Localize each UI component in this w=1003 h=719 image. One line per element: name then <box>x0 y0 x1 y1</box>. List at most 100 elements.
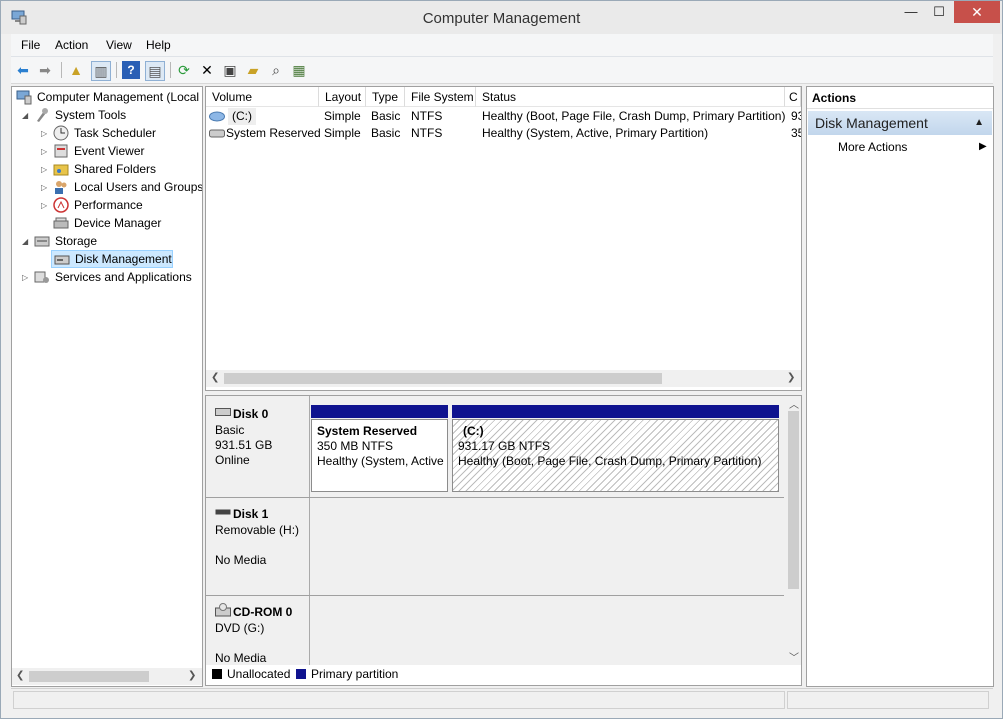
menu-view[interactable]: View <box>106 38 132 52</box>
window-title: Computer Management <box>422 10 581 27</box>
volume-capacity: 35 <box>791 126 801 140</box>
removable-disk-icon <box>215 509 231 515</box>
legend-unallocated: Unallocated <box>227 667 291 681</box>
more-actions-label: More Actions <box>838 140 908 154</box>
partition-c[interactable]: (C:) 931.17 GB NTFS Healthy (Boot, Page … <box>452 419 779 492</box>
primary-partition-swatch <box>296 669 306 679</box>
column-header-capacity[interactable]: C <box>785 87 801 107</box>
menu-file[interactable]: File <box>21 38 40 52</box>
expand-right-icon[interactable]: ▷ <box>41 129 47 138</box>
expand-right-icon[interactable]: ▷ <box>41 201 47 210</box>
scroll-right-icon[interactable]: ❯ <box>787 372 795 383</box>
tree-label: System Tools <box>55 108 127 122</box>
menu-bar: File Action View Help <box>11 34 993 57</box>
scroll-down-icon[interactable]: ﹀ <box>789 649 799 664</box>
event-viewer-icon <box>54 144 68 158</box>
partition-size: 350 MB NTFS <box>317 439 394 453</box>
menu-action[interactable]: Action <box>55 38 88 52</box>
forward-arrow-icon[interactable]: ➡ <box>36 61 54 79</box>
disk-vertical-scrollbar[interactable]: ︿ ﹀ <box>786 396 801 665</box>
disk-graphical-view: Disk 0 Basic 931.51 GB Online System Res… <box>205 395 802 666</box>
computer-management-window: Computer Management — ☐ ✕ File Action Vi… <box>0 0 1003 719</box>
table-row[interactable]: (C:) Simple Basic NTFS Healthy (Boot, Pa… <box>206 108 801 125</box>
tree-item-disk-management[interactable]: Disk Management <box>51 250 173 268</box>
shared-folder-icon <box>53 164 69 176</box>
scrollbar-thumb[interactable] <box>788 411 799 589</box>
tree-label: Shared Folders <box>74 162 157 176</box>
toolbar-separator <box>170 62 171 78</box>
help-icon[interactable]: ? <box>122 61 140 79</box>
scroll-up-icon[interactable]: ︿ <box>789 396 799 411</box>
volume-status: Healthy (System, Active, Primary Partiti… <box>482 126 709 140</box>
hard-disk-icon <box>215 408 231 416</box>
computer-icon <box>16 90 32 105</box>
column-header-volume[interactable]: Volume <box>206 87 319 107</box>
system-tools-icon <box>37 108 48 122</box>
table-row[interactable]: System Reserved Simple Basic NTFS Health… <box>206 125 801 142</box>
scroll-right-icon[interactable]: ❯ <box>188 670 196 681</box>
disk-type: Removable (H:) <box>215 523 300 537</box>
disk-name: CD-ROM 0 <box>233 605 293 619</box>
minimize-button[interactable]: — <box>894 1 928 23</box>
delete-icon[interactable]: ✕ <box>198 61 216 79</box>
actions-section-label: Disk Management <box>815 115 928 131</box>
title-bar[interactable]: Computer Management — ☐ ✕ <box>1 1 1002 34</box>
more-actions-item[interactable]: More Actions <box>838 140 907 154</box>
disk-state: No Media <box>215 553 267 567</box>
volume-horizontal-scrollbar[interactable]: ❮ ❯ <box>206 370 801 387</box>
expand-right-icon[interactable]: ▷ <box>41 147 47 156</box>
cd-rom-icon <box>215 603 231 617</box>
storage-icon <box>34 236 50 247</box>
disk-legend: Unallocated Primary partition <box>205 665 802 686</box>
disk-0-label[interactable]: Disk 0 Basic 931.51 GB Online <box>206 396 310 497</box>
toolbar-separator <box>116 62 117 78</box>
users-icon <box>55 181 67 194</box>
up-folder-icon[interactable]: ▲ <box>67 61 85 79</box>
disk-state: No Media <box>215 651 267 665</box>
expand-down-icon[interactable]: ◢ <box>22 237 28 246</box>
disk-1-label[interactable]: Disk 1 Removable (H:) No Media <box>206 498 310 595</box>
toolbar: ⬅ ➡ ▲ ▥ ? ▤ ⟳ ✕ ▣ ▰ ⌕ ▦ <box>11 57 993 84</box>
scroll-left-icon[interactable]: ❮ <box>16 670 24 681</box>
expand-down-icon[interactable]: ◢ <box>22 111 28 120</box>
volume-name: (C:) <box>228 108 256 125</box>
column-header-file-system[interactable]: File System <box>405 87 476 107</box>
disk-settings-icon[interactable]: ▦ <box>290 61 308 79</box>
volume-capacity: 93 <box>791 109 801 123</box>
toolbar-separator <box>61 62 62 78</box>
tree-horizontal-scrollbar[interactable]: ❮ ❯ <box>12 668 202 685</box>
expand-right-icon[interactable]: ▷ <box>41 165 47 174</box>
show-hide-action-pane-icon[interactable]: ▤ <box>145 61 165 81</box>
volume-type: Basic <box>371 126 401 140</box>
status-cell <box>13 691 785 709</box>
back-arrow-icon[interactable]: ⬅ <box>14 61 32 79</box>
expand-right-icon[interactable]: ▷ <box>41 183 47 192</box>
disk-management-icon <box>54 255 70 265</box>
navigation-tree: Computer Management (Local ◢ System Tool… <box>11 86 203 687</box>
refresh-icon[interactable]: ⟳ <box>175 61 193 79</box>
maximize-button[interactable]: ☐ <box>928 1 950 23</box>
open-folder-icon[interactable]: ▰ <box>244 61 262 79</box>
volume-file-system: NTFS <box>411 109 443 123</box>
column-header-layout[interactable]: Layout <box>319 87 366 107</box>
partition-status: Healthy (Boot, Page File, Crash Dump, Pr… <box>458 454 762 468</box>
show-hide-tree-icon[interactable]: ▥ <box>91 61 111 81</box>
properties-icon[interactable]: ▣ <box>221 61 239 79</box>
partition-system-reserved[interactable]: System Reserved 350 MB NTFS Healthy (Sys… <box>311 419 448 492</box>
search-icon[interactable]: ⌕ <box>267 61 285 79</box>
cdrom-0-label[interactable]: CD-ROM 0 DVD (G:) No Media <box>206 596 310 665</box>
scrollbar-thumb[interactable] <box>29 671 149 682</box>
scroll-left-icon[interactable]: ❮ <box>211 372 219 383</box>
column-header-type[interactable]: Type <box>366 87 405 107</box>
scrollbar-thumb[interactable] <box>224 373 662 384</box>
actions-section-disk-management[interactable]: Disk Management ▲ <box>808 111 992 135</box>
close-button[interactable]: ✕ <box>954 1 1000 23</box>
expand-right-icon[interactable]: ▷ <box>22 273 28 282</box>
volume-name: System Reserved <box>226 126 321 140</box>
clock-icon <box>53 125 69 141</box>
partition-stripe <box>452 405 779 418</box>
column-header-status[interactable]: Status <box>476 87 785 107</box>
collapse-up-icon[interactable]: ▲ <box>974 111 984 135</box>
legend-primary-partition: Primary partition <box>311 667 399 681</box>
menu-help[interactable]: Help <box>146 38 171 52</box>
